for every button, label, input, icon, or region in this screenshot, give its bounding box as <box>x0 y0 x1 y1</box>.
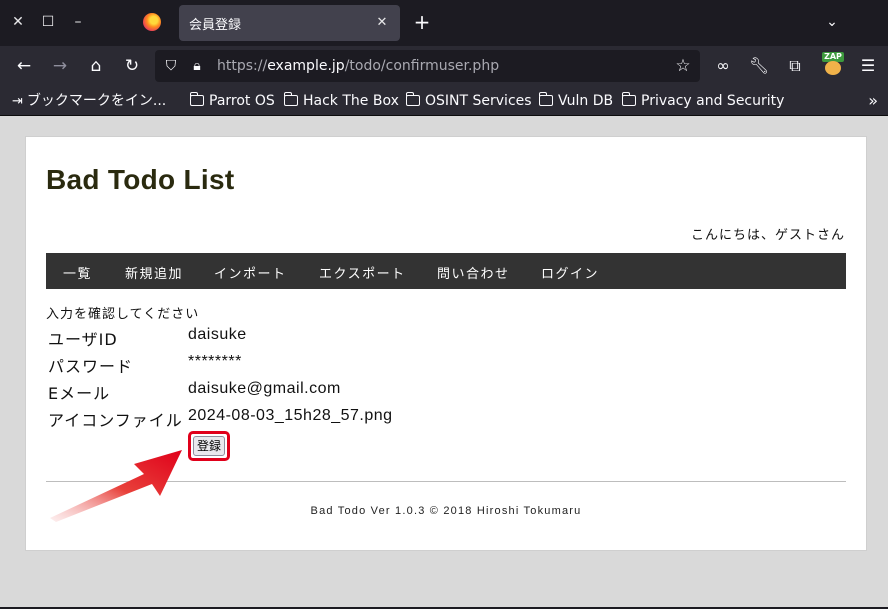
firefox-logo-icon[interactable] <box>143 13 161 31</box>
form-value: 2024-08-03_15h28_57.png <box>188 407 393 424</box>
folder-icon <box>283 92 298 106</box>
hamburger-menu-icon[interactable]: ☰ <box>856 54 880 78</box>
form-value: daisuke@gmail.com <box>188 380 341 397</box>
bookmarks-toolbar: ⇥ ブックマークをイン... Parrot OS Hack The Box OSI… <box>0 86 888 116</box>
register-button[interactable]: 登録 <box>193 436 225 456</box>
close-tab-icon[interactable]: ✕ <box>372 13 392 33</box>
bookmark-import[interactable]: ⇥ ブックマークをイン... <box>12 92 166 110</box>
form-value: ******** <box>188 353 242 370</box>
form-label: Eメール <box>48 384 111 403</box>
new-tab-plus-icon[interactable]: + <box>411 11 433 33</box>
register-button-highlight[interactable]: 登録 <box>188 431 230 461</box>
bookmarks-overflow-chevron-icon[interactable]: » <box>868 92 878 110</box>
folder-icon <box>189 92 204 106</box>
bookmark-label: Parrot OS <box>209 93 275 109</box>
minimize-window-icon[interactable]: – <box>68 12 88 32</box>
footer-divider <box>46 481 846 482</box>
menu-item-export[interactable]: エクスポート <box>319 263 406 282</box>
bookmark-star-icon[interactable]: ☆ <box>672 55 694 77</box>
bookmark-label: Hack The Box <box>303 93 399 109</box>
bookmark-parrot-os[interactable]: Parrot OS <box>189 92 275 110</box>
url-text[interactable]: https://example.jp/todo/confirmuser.php <box>217 58 499 74</box>
tab-title: 会員登録 <box>189 18 242 33</box>
form-label: パスワード <box>48 357 134 376</box>
back-arrow-icon[interactable]: ← <box>12 54 36 78</box>
form-label: アイコンファイル <box>48 411 183 430</box>
reload-icon[interactable]: ↻ <box>120 54 144 78</box>
tab-bar: ✕ ☐ – 会員登録 ✕ + ⌄ <box>0 0 888 46</box>
bookmark-label: OSINT Services <box>425 93 532 109</box>
menu-item-list[interactable]: 一覧 <box>63 263 92 282</box>
form-value: daisuke <box>188 326 247 343</box>
menu-item-login[interactable]: ログイン <box>541 263 599 282</box>
bookmark-label: Vuln DB <box>558 93 614 109</box>
confirm-message: 入力を確認してください <box>46 307 200 322</box>
url-path: /todo/confirmuser.php <box>344 58 500 74</box>
site-title: Bad Todo List <box>46 164 235 195</box>
menu-item-contact[interactable]: 問い合わせ <box>437 263 510 282</box>
tab-active[interactable]: 会員登録 ✕ <box>179 5 400 41</box>
folder-icon <box>405 92 420 106</box>
bookmark-hack-the-box[interactable]: Hack The Box <box>283 92 399 110</box>
page-container: Bad Todo List こんにちは、ゲストさん 一覧 新規追加 インポート … <box>25 136 867 551</box>
bookmark-vuln-db[interactable]: Vuln DB <box>538 92 614 110</box>
tab-list-chevron-down-icon[interactable]: ⌄ <box>822 12 842 32</box>
forward-arrow-icon[interactable]: → <box>48 54 72 78</box>
bookmark-label: Privacy and Security <box>641 93 785 109</box>
bookmark-osint-services[interactable]: OSINT Services <box>405 92 532 110</box>
folder-icon <box>538 92 553 106</box>
main-menu: 一覧 新規追加 インポート エクスポート 問い合わせ ログイン <box>46 253 846 289</box>
tracking-shield-icon[interactable]: ⛉ <box>161 56 181 76</box>
menu-item-import[interactable]: インポート <box>214 263 287 282</box>
url-bar[interactable]: ⛉ 🔒︎ https://example.jp/todo/confirmuser… <box>155 50 700 82</box>
import-icon: ⇥ <box>12 94 23 109</box>
greeting-text: こんにちは、ゲストさん <box>690 228 845 243</box>
extensions-puzzle-icon[interactable]: ⧉ <box>783 54 807 78</box>
zap-face-icon <box>825 61 841 75</box>
footer-text: Bad Todo Ver 1.0.3 © 2018 Hiroshi Tokuma… <box>310 505 582 517</box>
zap-extension-icon[interactable]: ZAP <box>822 52 844 76</box>
form-label: ユーザID <box>48 330 118 349</box>
navigation-toolbar: ← → ⌂ ↻ ⛉ 🔒︎ https://example.jp/todo/con… <box>0 46 888 86</box>
maximize-window-icon[interactable]: ☐ <box>38 12 58 32</box>
url-prefix: https:// <box>217 58 268 74</box>
wrench-icon[interactable]: 🔧︎ <box>747 54 771 78</box>
home-icon[interactable]: ⌂ <box>84 54 108 78</box>
private-mask-icon[interactable]: ∞ <box>711 54 735 78</box>
bookmark-privacy-and-security[interactable]: Privacy and Security <box>621 92 785 110</box>
folder-icon <box>621 92 636 106</box>
menu-item-new[interactable]: 新規追加 <box>125 263 183 282</box>
url-host: example.jp <box>267 58 345 74</box>
lock-icon[interactable]: 🔒︎ <box>187 56 207 76</box>
bookmark-label: ブックマークをイン... <box>26 93 167 109</box>
close-window-icon[interactable]: ✕ <box>8 12 28 32</box>
